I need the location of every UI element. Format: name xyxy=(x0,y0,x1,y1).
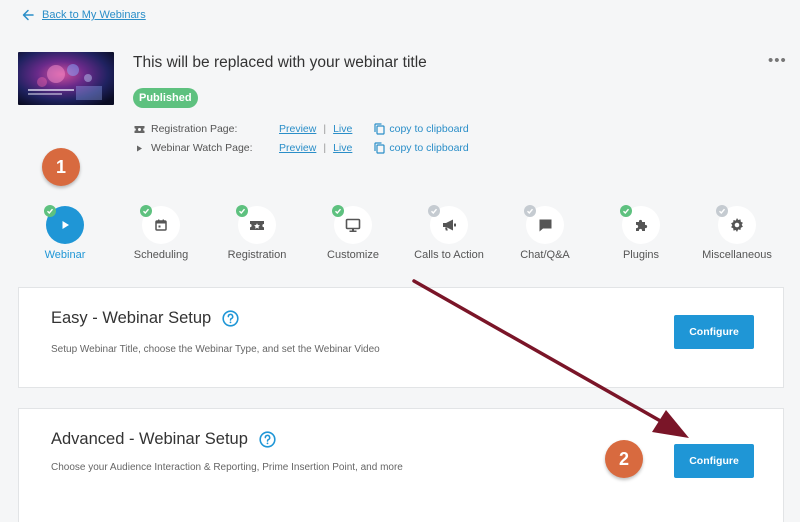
status-badge: Published xyxy=(133,88,198,108)
ticket-icon xyxy=(134,125,145,133)
gear-icon xyxy=(731,218,743,232)
step-miscellaneous[interactable]: Miscellaneous xyxy=(689,205,785,261)
ticket-icon xyxy=(250,220,264,230)
registration-live-link[interactable]: Live xyxy=(333,123,352,135)
check-icon xyxy=(428,205,440,217)
play-triangle-icon xyxy=(137,145,142,151)
step-registration[interactable]: Registration xyxy=(209,205,305,261)
watch-live-link[interactable]: Live xyxy=(333,142,352,154)
watch-preview-link[interactable]: Preview xyxy=(279,142,316,154)
step-label: Chat/Q&A xyxy=(520,249,570,261)
step-circle xyxy=(236,205,276,244)
chat-icon xyxy=(539,219,551,231)
registration-page-row: Registration Page: Preview | Live copy t… xyxy=(134,123,469,135)
check-icon xyxy=(524,205,536,217)
step-chat-qa[interactable]: Chat/Q&A xyxy=(497,205,593,261)
copy-icon xyxy=(374,142,385,154)
check-icon xyxy=(236,205,248,217)
step-circle xyxy=(140,205,180,244)
webinar-title: This will be replaced with your webinar … xyxy=(133,54,427,71)
check-icon xyxy=(332,205,344,217)
step-circle xyxy=(716,205,756,244)
step-webinar[interactable]: Webinar xyxy=(17,205,113,261)
calendar-icon xyxy=(155,219,167,231)
easy-configure-button[interactable]: Configure xyxy=(674,315,754,349)
more-options-icon[interactable]: ••• xyxy=(768,52,787,69)
registration-page-label: Registration Page: xyxy=(151,123,238,135)
watch-page-label: Webinar Watch Page: xyxy=(151,142,253,154)
step-label: Customize xyxy=(327,249,379,261)
watch-page-row: Webinar Watch Page: Preview | Live copy … xyxy=(134,142,469,154)
step-label: Miscellaneous xyxy=(702,249,772,261)
check-icon xyxy=(620,205,632,217)
step-label: Scheduling xyxy=(133,249,189,261)
help-icon[interactable] xyxy=(259,431,276,448)
annotation-marker-2: 2 xyxy=(605,440,643,478)
link-separator: | xyxy=(323,123,327,135)
step-customize[interactable]: Customize xyxy=(305,205,401,261)
step-circle xyxy=(332,205,372,244)
monitor-icon xyxy=(345,218,361,232)
webinar-thumbnail xyxy=(18,52,114,105)
step-plugins[interactable]: Plugins xyxy=(593,205,689,261)
puzzle-icon xyxy=(635,219,647,231)
easy-setup-description: Setup Webinar Title, choose the Webinar … xyxy=(51,344,380,355)
step-label: Calls to Action xyxy=(414,249,484,261)
registration-preview-link[interactable]: Preview xyxy=(279,123,316,135)
check-icon xyxy=(716,205,728,217)
advanced-configure-button[interactable]: Configure xyxy=(674,444,754,478)
arrow-left-icon xyxy=(22,9,34,21)
advanced-setup-description: Choose your Audience Interaction & Repor… xyxy=(51,462,403,473)
registration-copy-label: copy to clipboard xyxy=(389,123,469,135)
step-scheduling[interactable]: Scheduling xyxy=(113,205,209,261)
easy-setup-card: Easy - Webinar Setup Setup Webinar Title… xyxy=(18,287,784,388)
step-calls-to-action[interactable]: Calls to Action xyxy=(401,205,497,261)
easy-setup-heading: Easy - Webinar Setup xyxy=(51,309,239,328)
advanced-setup-heading: Advanced - Webinar Setup xyxy=(51,430,276,449)
check-icon xyxy=(44,205,56,217)
easy-setup-title: Easy - Webinar Setup xyxy=(51,309,212,327)
setup-steps: Webinar Scheduling Registration Customiz… xyxy=(0,205,800,266)
registration-copy-button[interactable]: copy to clipboard xyxy=(374,123,469,135)
watch-copy-label: copy to clipboard xyxy=(389,142,469,154)
help-icon[interactable] xyxy=(222,310,239,327)
step-circle xyxy=(428,205,468,244)
step-circle xyxy=(44,205,84,244)
back-link-label[interactable]: Back to My Webinars xyxy=(42,9,146,21)
megaphone-icon xyxy=(443,219,456,231)
watch-copy-button[interactable]: copy to clipboard xyxy=(374,142,469,154)
check-icon xyxy=(140,205,152,217)
step-circle xyxy=(620,205,660,244)
step-label: Registration xyxy=(227,249,287,261)
play-icon xyxy=(62,221,69,229)
step-circle xyxy=(524,205,564,244)
annotation-marker-1: 1 xyxy=(42,148,80,186)
copy-icon xyxy=(374,123,385,135)
step-label: Plugins xyxy=(622,249,660,261)
step-label: Webinar xyxy=(44,249,86,261)
link-separator: | xyxy=(323,142,327,154)
advanced-setup-card: Advanced - Webinar Setup Choose your Aud… xyxy=(18,408,784,522)
back-link[interactable]: Back to My Webinars xyxy=(22,9,146,21)
advanced-setup-title: Advanced - Webinar Setup xyxy=(51,430,248,448)
